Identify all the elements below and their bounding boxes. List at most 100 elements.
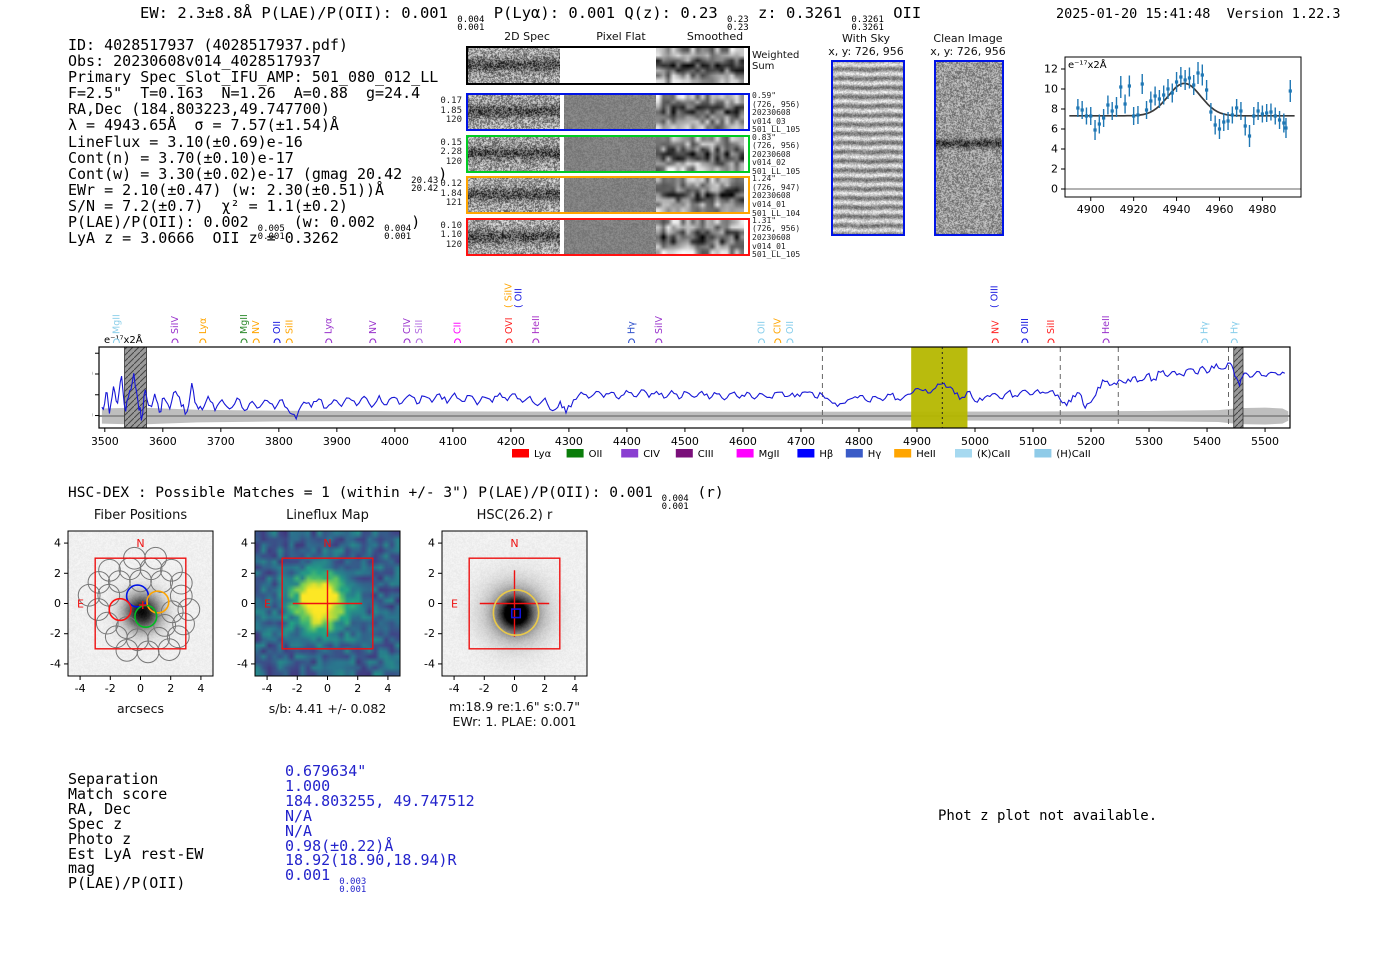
info-line-10: EWr = 2.10(±0.47) (w: 2.30(±0.51))Å: [68, 182, 447, 198]
svg-text:-2: -2: [479, 682, 490, 695]
info-line-8: Cont(n) = 3.70(±0.10)e-17: [68, 150, 447, 166]
stacked-error-value: 0.0030.001: [339, 878, 366, 894]
east-label: E: [451, 598, 458, 611]
svg-text:-4: -4: [50, 657, 61, 670]
svg-text:-4: -4: [262, 682, 273, 695]
emission-line-label: SiIV: [654, 316, 665, 334]
spec2d-row-smoothed-image: [656, 48, 744, 83]
spec2d-row-left-labels: 0.171.85120: [436, 97, 462, 126]
stacked-error-value: 0.0040.001: [662, 495, 689, 511]
north-label: N: [323, 537, 331, 550]
svg-text:4700: 4700: [787, 435, 815, 448]
info-line-9: Cont(w) = 3.30(±0.02)e-17 (gmag 20.42 20…: [68, 166, 447, 182]
spacer: [1210, 6, 1226, 22]
legend-item-label: HeII: [916, 449, 936, 460]
svg-text:4960: 4960: [1205, 203, 1233, 216]
with-sky-image: [831, 60, 905, 236]
spec2d-row-right-labels: 1.24"(726, 947)20230608v014_01501_LL_104: [752, 175, 822, 218]
photz-note: Phot z plot not available.: [938, 808, 1157, 824]
svg-text:4: 4: [197, 682, 204, 695]
clean-image: [934, 60, 1004, 236]
spec2d-row-right-labels: 0.59"(726, 956)20230608v014_03501_LL_105: [752, 92, 822, 135]
row-weight-label: 121: [436, 199, 462, 209]
weighted-sum-label-line: Weighted: [752, 50, 799, 61]
spec2d-row: [466, 93, 750, 131]
emission-line-label: SiIV: [170, 316, 181, 334]
info-line-6: λ = 4943.65Å σ = 7.57(±1.54)Å: [68, 117, 447, 133]
lineflux-map-panel: Lineflux MapNE-4-4-2-2002244s/b: 4.41 +/…: [225, 506, 430, 721]
clean-image-title-line: Clean Image: [924, 32, 1012, 45]
row-meta-label: 501_LL_105: [752, 251, 822, 260]
svg-text:-2: -2: [292, 682, 303, 695]
svg-text:3600: 3600: [149, 435, 177, 448]
info-line-1: ID: 4028517937 (4028517937.pdf): [68, 37, 447, 53]
svg-text:-4: -4: [75, 682, 86, 695]
spec2d-row: [466, 135, 750, 173]
svg-text:4300: 4300: [555, 435, 583, 448]
svg-text:2: 2: [354, 682, 361, 695]
match-table-value: 0.001 0.0030.001: [285, 868, 475, 894]
row-weight-label: 120: [436, 158, 462, 168]
svg-text:4900: 4900: [903, 435, 931, 448]
east-label: E: [264, 598, 271, 611]
svg-text:5400: 5400: [1193, 435, 1221, 448]
emission-line-label: SiII: [1046, 320, 1057, 334]
emission-line-label: HeII: [1101, 315, 1112, 334]
spec2d-row-left-labels: 0.152.28120: [436, 139, 462, 168]
fiber-positions-panel: Fiber PositionsNE-4-4-2-2002244arcsecs: [38, 506, 243, 721]
frac-part: 0.001: [339, 886, 366, 894]
report-timestamp-version: 2025-01-20 15:41:48 Version 1.22.3: [1056, 6, 1341, 22]
svg-text:-2: -2: [50, 627, 61, 640]
emission-line-label: Hγ: [627, 321, 638, 334]
svg-text:0: 0: [324, 682, 331, 695]
text-segment: 0.001: [285, 866, 339, 884]
info-line-3: Primary Spec_Slot_IFU_AMP: 501_080_012_L…: [68, 69, 447, 85]
emission-line-label: OVI: [504, 317, 515, 334]
info-line-2: Obs: 20230608v014_4028517937: [68, 53, 447, 69]
svg-text:-2: -2: [237, 627, 248, 640]
emission-line-label: SiII: [414, 320, 425, 334]
match-table-labels: SeparationMatch scoreRA, DecSpec zPhoto …: [68, 772, 203, 891]
hsc-caption-2: EWr: 1. PLAE: 0.001: [412, 714, 617, 729]
hsc-cutout-panel: HSC(26.2) rNE-4-4-2-2002244m:18.9 re:1.6…: [412, 506, 617, 721]
stacked-error-value: 0.0040.001: [384, 225, 411, 241]
svg-text:4: 4: [54, 537, 61, 550]
svg-text:12: 12: [1044, 63, 1058, 76]
emission-line-label: Hγ: [1229, 321, 1240, 334]
svg-text:0: 0: [92, 409, 93, 422]
spectrum-unit-label: e⁻¹⁷x2Å: [104, 333, 143, 346]
svg-text:3700: 3700: [207, 435, 235, 448]
svg-text:0: 0: [511, 682, 518, 695]
info-line-4: F=2.5" T=0.163 N=1.26 A=0.88 g=24.4: [68, 85, 447, 101]
legend-item-label: Hβ: [819, 449, 833, 460]
row-weight-label: 120: [436, 116, 462, 126]
svg-text:4940: 4940: [1163, 203, 1191, 216]
spec2d-row-pixelflat-image: [564, 220, 656, 254]
svg-text:4: 4: [428, 537, 435, 550]
emission-line-label: Hγ: [1200, 321, 1211, 334]
emission-line-label: MgII: [239, 314, 250, 334]
svg-text:2: 2: [167, 682, 174, 695]
text-segment: z: 0.3261: [749, 4, 852, 22]
emission-line-label: CIV: [402, 318, 413, 334]
svg-text:0: 0: [54, 597, 61, 610]
text-segment: ): [411, 213, 420, 231]
emission-line-label: Lyα: [324, 318, 335, 334]
frac-part: 0.001: [384, 233, 411, 241]
emission-line-label: MgII: [111, 314, 122, 334]
emission-line-label: HeII: [531, 315, 542, 334]
spec2d-row-right-labels: 1.31"(726, 956)20230608v014_01501_LL_105: [752, 217, 822, 260]
version-label: Version 1.22.3: [1227, 6, 1341, 22]
stacked-error-value: 20.4320.42: [411, 177, 438, 193]
svg-text:-4: -4: [237, 657, 248, 670]
svg-text:5000: 5000: [961, 435, 989, 448]
spec2d-row: [466, 46, 750, 85]
svg-text:5200: 5200: [1077, 435, 1105, 448]
info-line-7: LineFlux = 3.10(±0.69)e-16: [68, 134, 447, 150]
legend-item-label: (H)CaII: [1056, 449, 1090, 460]
emission-line-label: NV: [368, 320, 379, 334]
with-sky-title: With Sky x, y: 726, 956: [822, 32, 910, 58]
text-segment: 184.803255, 49.747512: [285, 792, 475, 810]
svg-text:4: 4: [241, 537, 248, 550]
cutout-overlay: NE-4-4-2-2002244: [225, 506, 430, 721]
